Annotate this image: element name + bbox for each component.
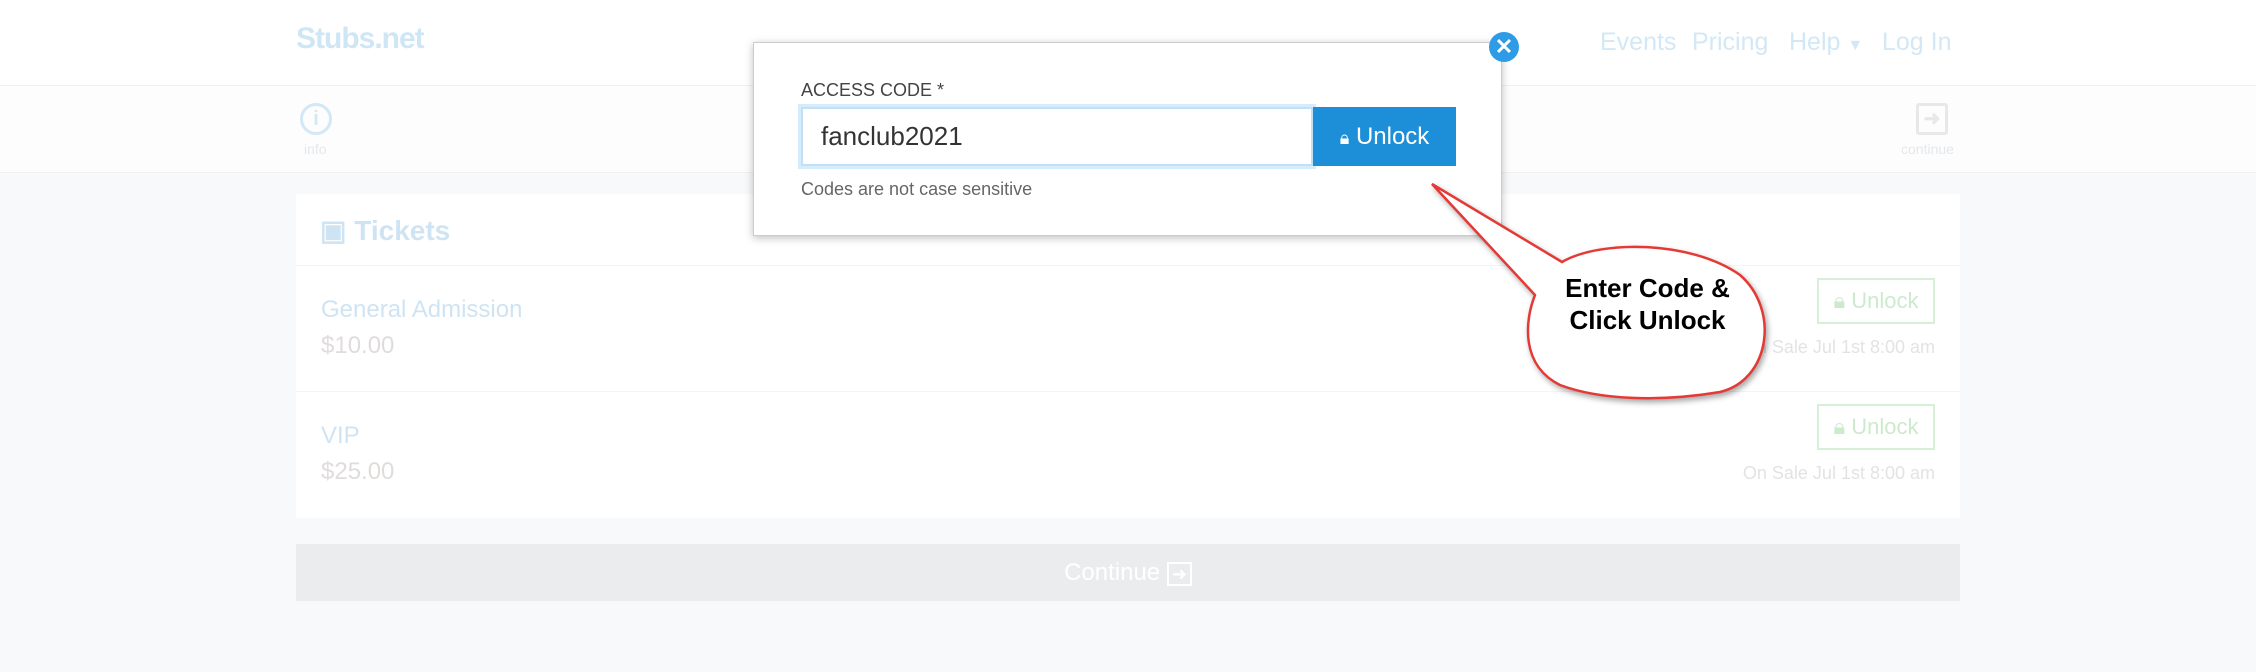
callout-text: Enter Code & Click Unlock [1565,273,1730,335]
callout-bubble [1431,182,1766,400]
